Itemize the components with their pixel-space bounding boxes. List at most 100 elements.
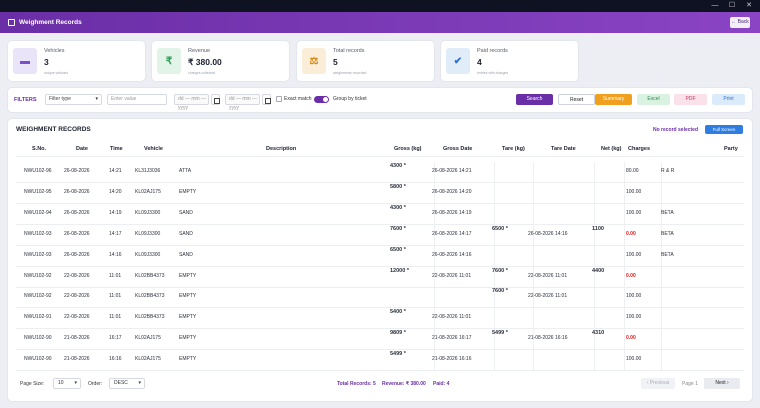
cell-sno: NWU102-90	[24, 356, 52, 363]
order-select[interactable]: DESC ▾	[109, 378, 145, 389]
filter-value-input[interactable]: Enter value	[107, 94, 167, 105]
cell-desc: EMPTY	[179, 188, 197, 195]
table-row[interactable]: NWU102-93 26-08-2026 14:16 KL09J3300 SAND 650…	[16, 245, 744, 267]
revenue-value: ₹ 380.00	[188, 57, 222, 67]
cell-tare: 7600 *	[492, 288, 508, 295]
cell-tare: 7600 *	[492, 267, 508, 274]
next-page-button[interactable]: Next ›	[704, 378, 740, 389]
back-button[interactable]: ← Back	[730, 17, 750, 28]
cell-gross: 5400 *	[390, 309, 406, 316]
summary-button[interactable]: Summary	[595, 94, 632, 105]
header-gross-date[interactable]: Gross Date	[443, 146, 472, 152]
print-button[interactable]: Print	[712, 94, 745, 105]
header-divider	[16, 156, 744, 157]
filters-label: FILTERS	[14, 97, 37, 103]
cell-gross: 4300 *	[390, 204, 406, 211]
calendar-icon[interactable]	[211, 94, 220, 105]
group-by-ticket-toggle[interactable]	[314, 96, 329, 103]
cell-sno: NWU102-96	[24, 168, 52, 174]
table-row[interactable]: NWU102-95 26-08-2026 14:20 KL02AJ175 EMPTY 58…	[16, 182, 744, 204]
pdf-button[interactable]: PDF	[674, 94, 707, 105]
column-divider	[494, 182, 495, 203]
cell-desc: ATTA	[179, 168, 192, 174]
table-row[interactable]: NWU102-91 22-08-2026 11:01 KL02BB4373 EMPTY 5…	[16, 308, 744, 330]
cell-time: 14:17	[109, 230, 122, 237]
column-divider	[594, 350, 595, 371]
table-row[interactable]: NWU102-94 26-08-2026 14:19 KL09J3300 SAND 430…	[16, 203, 744, 225]
exact-match-label: Exact match	[284, 96, 312, 102]
cell-gross: 12000 *	[390, 267, 409, 274]
header-party[interactable]: Party	[724, 146, 738, 152]
header-sno[interactable]: S.No.	[32, 146, 46, 152]
column-divider	[624, 350, 625, 371]
page-size-select[interactable]: 10 ▾	[53, 378, 81, 389]
calendar-icon[interactable]	[262, 94, 271, 105]
cell-gross-date: 21-08-2026 16:16	[432, 356, 472, 363]
cell-tare-date: 22-08-2026 11:01	[528, 293, 568, 300]
header-gross[interactable]: Gross (kg)	[394, 146, 422, 152]
revenue-label: Revenue	[188, 48, 211, 54]
cell-gross-date: 22-08-2026 11:01	[432, 314, 472, 321]
chevron-down-icon: ▾	[95, 96, 98, 102]
header-charges[interactable]: Charges	[628, 146, 650, 152]
header-tare[interactable]: Tare (kg)	[502, 146, 525, 152]
paid-summary: Paid: 4	[433, 381, 450, 387]
header-tare-date[interactable]: Tare Date	[551, 146, 576, 152]
reset-button[interactable]: Reset	[558, 94, 595, 105]
column-divider	[661, 182, 662, 203]
search-button[interactable]: Search	[516, 94, 553, 105]
cell-sno: NWU102-90	[24, 335, 52, 342]
header-net[interactable]: Net (kg)	[601, 146, 621, 152]
previous-page-button[interactable]: ‹ Previous	[641, 378, 675, 389]
header-date[interactable]: Date	[76, 146, 88, 152]
cell-charges: 0.00	[626, 335, 636, 342]
table-row[interactable]: NWU102-90 21-08-2026 16:17 KL02AJ175 EMPTY 98…	[16, 329, 744, 351]
truck-icon: ▬	[13, 48, 37, 74]
cell-charges: 100.00	[626, 188, 642, 195]
cell-gross: 5800 *	[390, 183, 406, 190]
date-from-input[interactable]: dd — mm — yyyy	[174, 94, 209, 111]
column-divider	[624, 266, 625, 287]
date-to-input[interactable]: dd — mm — yyyy	[225, 94, 260, 111]
exact-match-checkbox[interactable]	[276, 96, 282, 102]
page-title: Weighment Records	[19, 19, 82, 26]
date-from-placeholder: dd — mm — yyyy	[178, 96, 207, 111]
column-divider	[661, 266, 662, 287]
cell-gross: 4300 *	[390, 163, 406, 169]
cell-gross-date: 26-08-2026 14:16	[432, 251, 472, 258]
maximize-icon[interactable]: ☐	[725, 0, 739, 12]
header-time[interactable]: Time	[110, 146, 123, 152]
filter-type-select[interactable]: Filter type ▾	[45, 94, 102, 105]
minimize-icon[interactable]: —	[708, 0, 722, 12]
column-divider	[661, 287, 662, 308]
column-divider	[624, 308, 625, 329]
table-row[interactable]: NWU102-96 26-08-2026 14:21 KL31J3036 ATTA 430…	[16, 162, 744, 183]
header-vehicle[interactable]: Vehicle	[144, 146, 163, 152]
table-row[interactable]: NWU102-93 26-08-2026 14:17 KL09J3300 SAND 760…	[16, 224, 744, 246]
cell-date: 21-08-2026	[64, 356, 90, 363]
table-row[interactable]: NWU102-92 22-08-2026 11:01 KL02BB4373 EMPTY 7…	[16, 287, 744, 309]
cell-tare: 6500 *	[492, 225, 508, 232]
close-icon[interactable]: ✕	[742, 0, 756, 12]
cell-vehicle: KL02AJ175	[135, 335, 161, 342]
filter-type-value: Filter type	[49, 96, 71, 102]
total-records-summary: Total Records: 5	[337, 381, 376, 387]
filter-bar: FILTERS Filter type ▾ Enter value dd — m…	[8, 88, 752, 112]
cell-sno: NWU102-95	[24, 188, 52, 195]
chevron-down-icon: ▾	[74, 380, 77, 386]
cell-date: 26-08-2026	[64, 168, 90, 174]
table-row[interactable]: NWU102-92 22-08-2026 11:01 KL02BB4373 EMPTY 1…	[16, 266, 744, 288]
table-row[interactable]: NWU102-90 21-08-2026 16:16 KL02AJ175 EMPTY 54…	[16, 350, 744, 372]
cell-desc: SAND	[179, 251, 193, 258]
header-description[interactable]: Description	[266, 146, 296, 152]
cell-sno: NWU102-94	[24, 209, 52, 216]
cell-sno: NWU102-93	[24, 251, 52, 258]
fullscreen-button[interactable]: Full Screen	[705, 125, 743, 134]
excel-button[interactable]: Excel	[637, 94, 670, 105]
cell-date: 22-08-2026	[64, 272, 90, 279]
paid-records-sub: entries with charges	[477, 71, 509, 75]
column-divider	[661, 329, 662, 350]
paid-records-value: 4	[477, 57, 482, 67]
vehicles-value: 3	[44, 57, 49, 67]
selection-status: No record selected	[653, 127, 699, 133]
